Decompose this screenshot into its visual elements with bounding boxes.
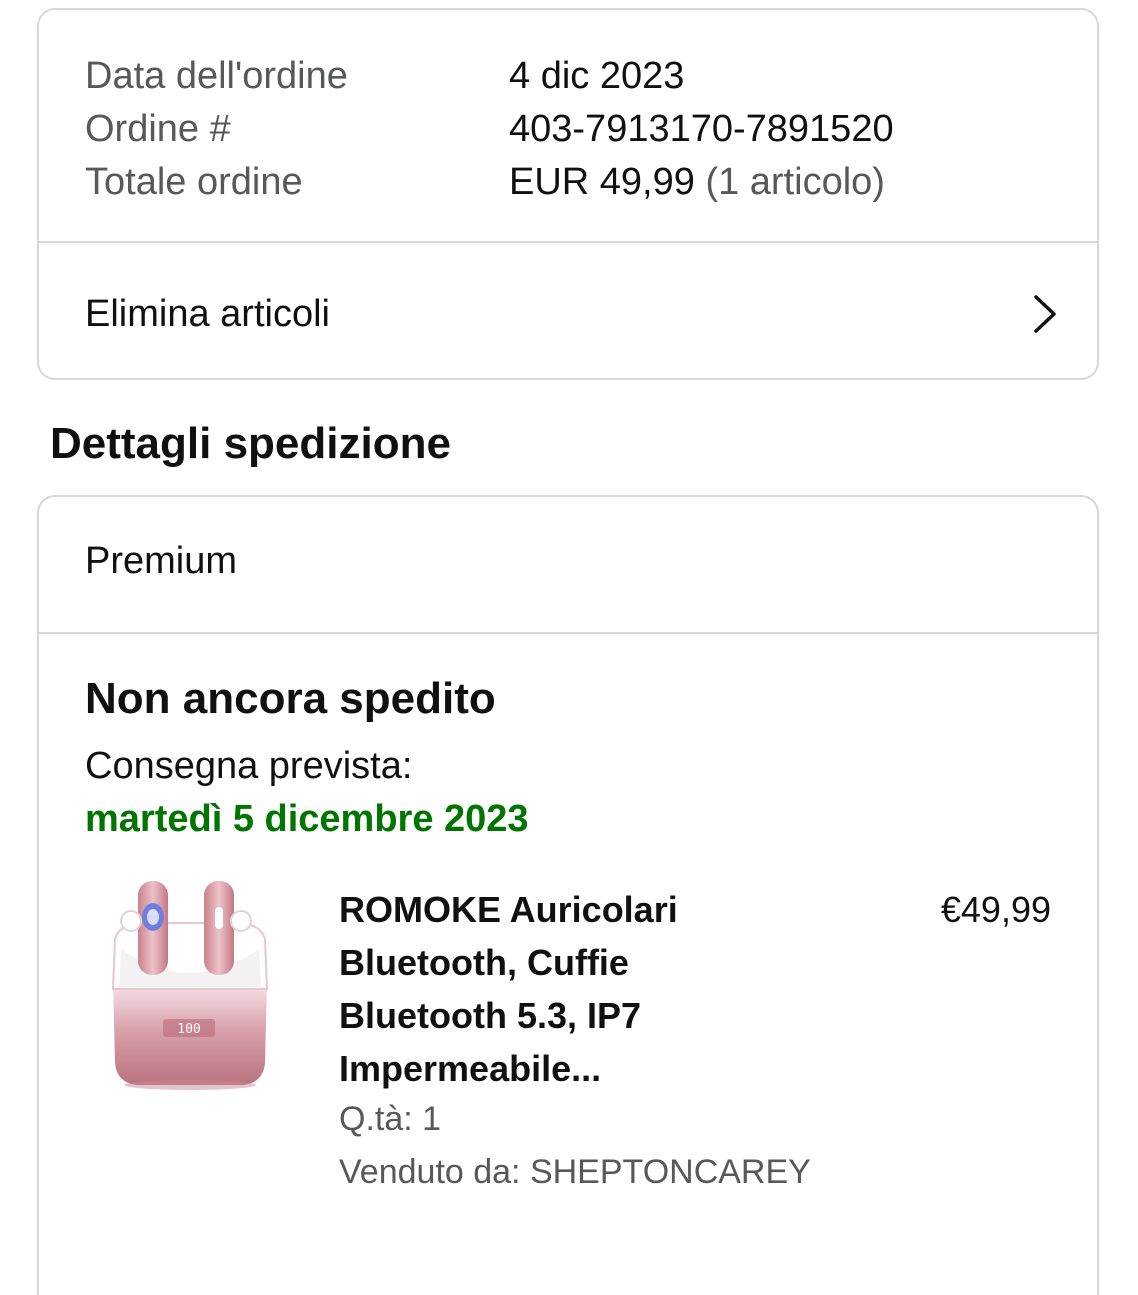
order-info-card: Data dell'ordine 4 dic 2023 Ordine # 403… [37,8,1099,380]
product-seller: Venduto da: SHEPTONCAREY [339,1153,811,1191]
product-item: 100 ROMOKE Auricolari Bluetooth, Cuffie … [39,877,1097,1207]
order-number-value: 403-7913170-7891520 [509,108,894,150]
product-price: €49,99 [940,889,1051,930]
order-date-label: Data dell'ordine [85,55,348,97]
product-title-link[interactable]: ROMOKE Auricolari Bluetooth, Cuffie Blue… [339,883,759,1095]
chevron-right-icon [1034,295,1056,333]
shipping-details-heading: Dettagli spedizione [50,419,451,468]
order-total-label: Totale ordine [85,161,303,203]
expected-delivery-label: Consegna prevista: [85,745,413,787]
product-quantity: Q.tà: 1 [339,1100,442,1138]
divider [39,241,1097,243]
shipment-card: Premium Non ancora spedito Consegna prev… [37,495,1099,1295]
shipment-status: Non ancora spedito [85,674,496,723]
delete-items-label: Elimina articoli [85,293,330,335]
expected-delivery-date: martedì 5 dicembre 2023 [85,798,529,840]
order-date-value: 4 dic 2023 [509,55,685,97]
order-summary: Data dell'ordine 4 dic 2023 Ordine # 403… [39,10,1097,242]
delete-items-button[interactable]: Elimina articoli [39,244,1097,380]
order-number-label: Ordine # [85,108,231,150]
divider [39,632,1097,634]
case-display-text: 100 [177,1022,200,1037]
order-total-items: (1 articolo) [705,161,885,203]
order-total-value: EUR 49,99 (1 articolo) [509,160,885,204]
shipping-type: Premium [85,540,238,582]
order-total-amount: EUR 49,99 [509,161,695,203]
product-image[interactable]: 100 [105,879,275,1091]
